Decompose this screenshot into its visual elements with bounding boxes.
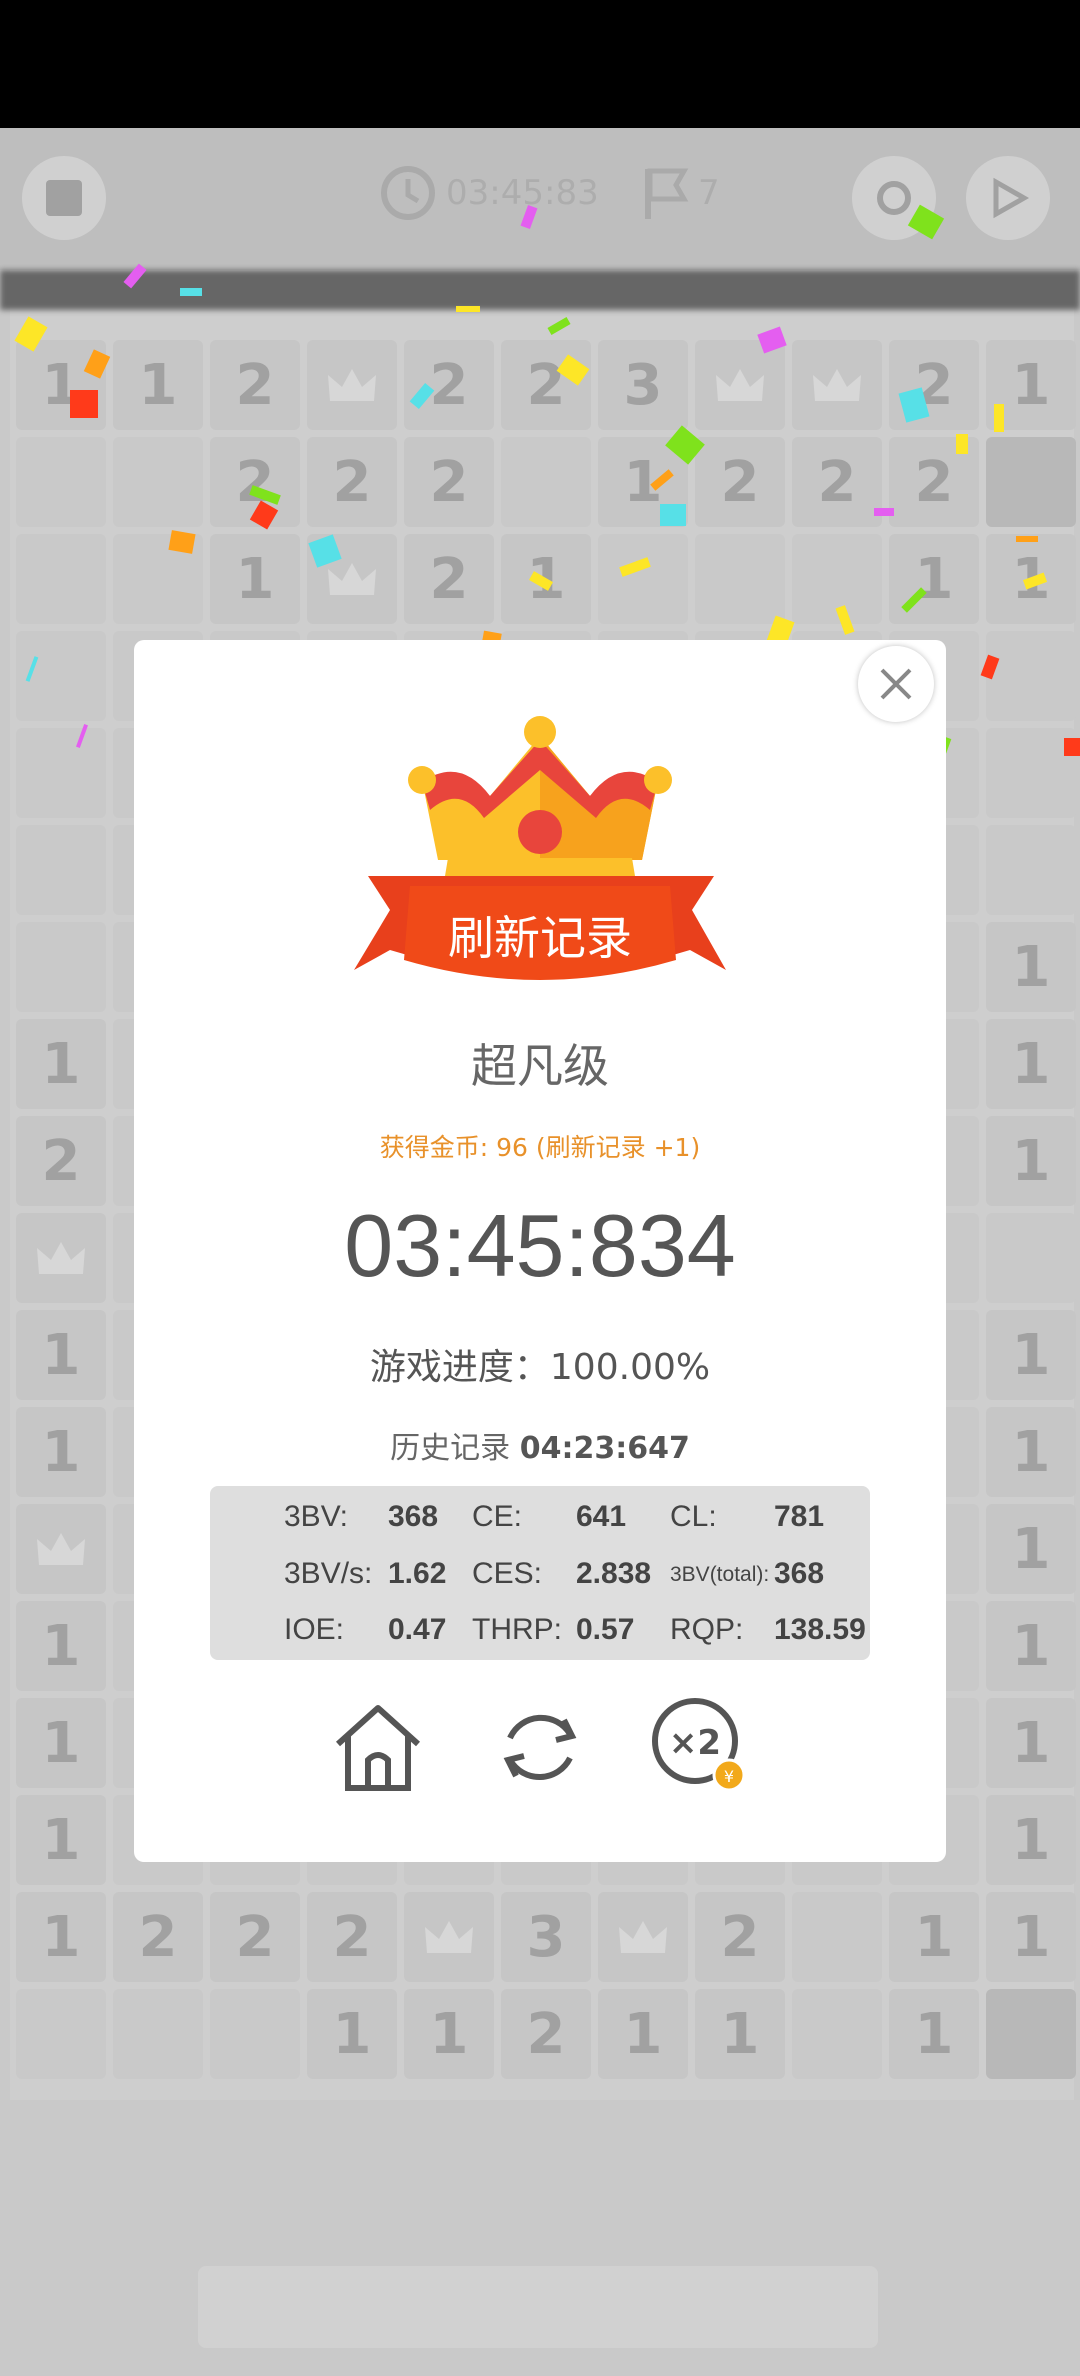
refresh-icon <box>503 1714 577 1781</box>
stat-rqp-value: 138.59 <box>774 1613 866 1646</box>
coins-earned: 获得金币: 96 (刷新记录 +1) <box>379 1133 701 1162</box>
stat-ce-label: CE: <box>472 1500 523 1533</box>
stat-ioe-label: IOE: <box>284 1613 345 1646</box>
banner-title: 刷新记录 <box>448 911 632 965</box>
game-progress: 游戏进度：100.00% <box>369 1347 711 1388</box>
double-coin-icon: ×2 ¥ <box>652 1698 746 1792</box>
stat-thrp-label: THRP: <box>472 1613 562 1646</box>
stat-3bv-total-value: 368 <box>774 1557 825 1590</box>
dialog-actions: ×2 ¥ <box>134 1698 946 1810</box>
completion-time: 03:45:834 <box>344 1196 736 1295</box>
close-button[interactable] <box>858 646 934 722</box>
stat-3bv-label: 3BV: <box>284 1500 348 1533</box>
history-value: 04:23:647 <box>519 1431 690 1466</box>
stat-ces-label: CES: <box>472 1557 543 1590</box>
history-record: 历史记录 04:23:647 <box>134 1423 946 1467</box>
stat-3bv-total-label: 3BV(total): <box>670 1563 770 1586</box>
stat-ioe-value: 0.47 <box>388 1613 447 1646</box>
close-icon <box>880 668 912 700</box>
double-label: ×2 <box>669 1723 721 1763</box>
home-button[interactable] <box>330 1700 426 1796</box>
home-icon <box>335 1705 421 1791</box>
history-label: 历史记录 <box>390 1431 511 1466</box>
status-bar <box>0 0 1080 128</box>
stat-3bv-value: 368 <box>388 1500 439 1533</box>
stat-3bvs-label: 3BV/s: <box>284 1557 373 1590</box>
stat-rqp-label: RQP: <box>670 1613 744 1646</box>
difficulty-level: 超凡级 <box>471 1039 609 1093</box>
stat-3bvs-value: 1.62 <box>388 1557 447 1590</box>
stat-cl-label: CL: <box>670 1500 717 1533</box>
double-coins-button[interactable]: ×2 ¥ <box>652 1698 750 1796</box>
stat-ces-value: 2.838 <box>576 1557 652 1590</box>
restart-button[interactable] <box>492 1700 588 1796</box>
stat-ce-value: 641 <box>576 1500 627 1533</box>
stat-thrp-value: 0.57 <box>576 1613 635 1646</box>
svg-text:¥: ¥ <box>724 1767 734 1786</box>
stat-cl-value: 781 <box>774 1500 825 1533</box>
